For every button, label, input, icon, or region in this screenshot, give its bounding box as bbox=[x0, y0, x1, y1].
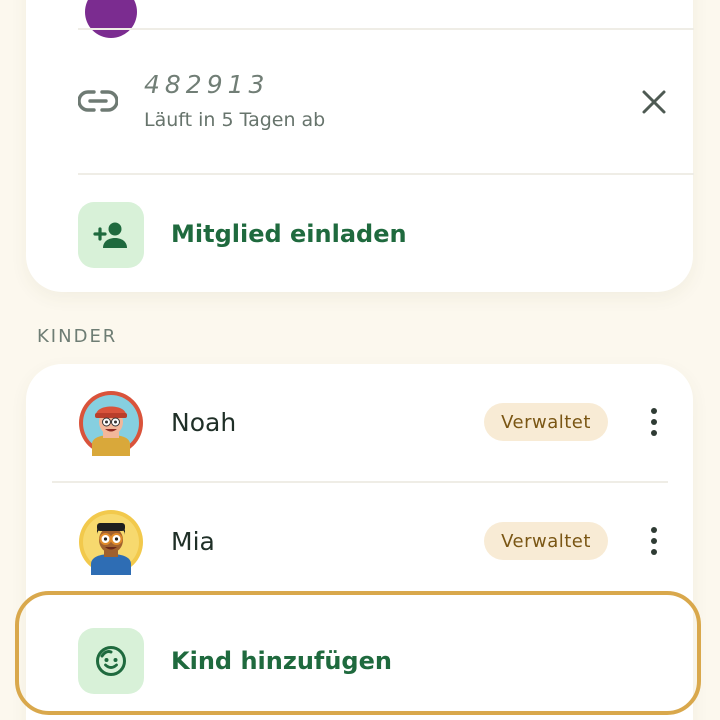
link-icon bbox=[78, 90, 118, 112]
page: 482913 Läuft in 5 Tagen ab Mitglied einl… bbox=[0, 0, 720, 720]
divider bbox=[78, 173, 694, 175]
dot bbox=[651, 408, 657, 414]
child-name: Noah bbox=[171, 408, 237, 437]
child-more-button[interactable] bbox=[638, 517, 670, 565]
add-child-icon-box bbox=[78, 628, 144, 694]
managed-badge: Verwaltet bbox=[484, 403, 608, 441]
managed-badge: Verwaltet bbox=[484, 522, 608, 560]
dot bbox=[651, 419, 657, 425]
dot bbox=[651, 538, 657, 544]
person-add-icon bbox=[93, 222, 127, 248]
dot bbox=[651, 549, 657, 555]
revoke-invite-button[interactable] bbox=[630, 78, 678, 126]
add-child-label: Kind hinzufügen bbox=[171, 647, 392, 675]
dot bbox=[651, 527, 657, 533]
divider bbox=[52, 481, 668, 483]
dot bbox=[651, 430, 657, 436]
invite-member-icon-box bbox=[78, 202, 144, 268]
close-icon bbox=[642, 90, 666, 114]
boy-with-red-cap-avatar bbox=[79, 391, 143, 456]
invite-expiry: Läuft in 5 Tagen ab bbox=[144, 109, 326, 131]
children-card: Noah Verwaltet Mia Verwaltet Kind hinzuf… bbox=[26, 364, 693, 720]
invite-code: 482913 bbox=[144, 70, 270, 99]
member-avatar-partial bbox=[85, 0, 137, 38]
members-card: 482913 Läuft in 5 Tagen ab Mitglied einl… bbox=[26, 0, 694, 292]
children-section-title: KINDER bbox=[37, 326, 118, 347]
child-with-glasses-avatar bbox=[79, 510, 143, 575]
smiley-face-icon bbox=[96, 646, 126, 676]
child-name: Mia bbox=[171, 527, 215, 556]
child-more-button[interactable] bbox=[638, 398, 670, 446]
divider bbox=[78, 28, 694, 30]
invite-member-label: Mitglied einladen bbox=[171, 220, 407, 248]
